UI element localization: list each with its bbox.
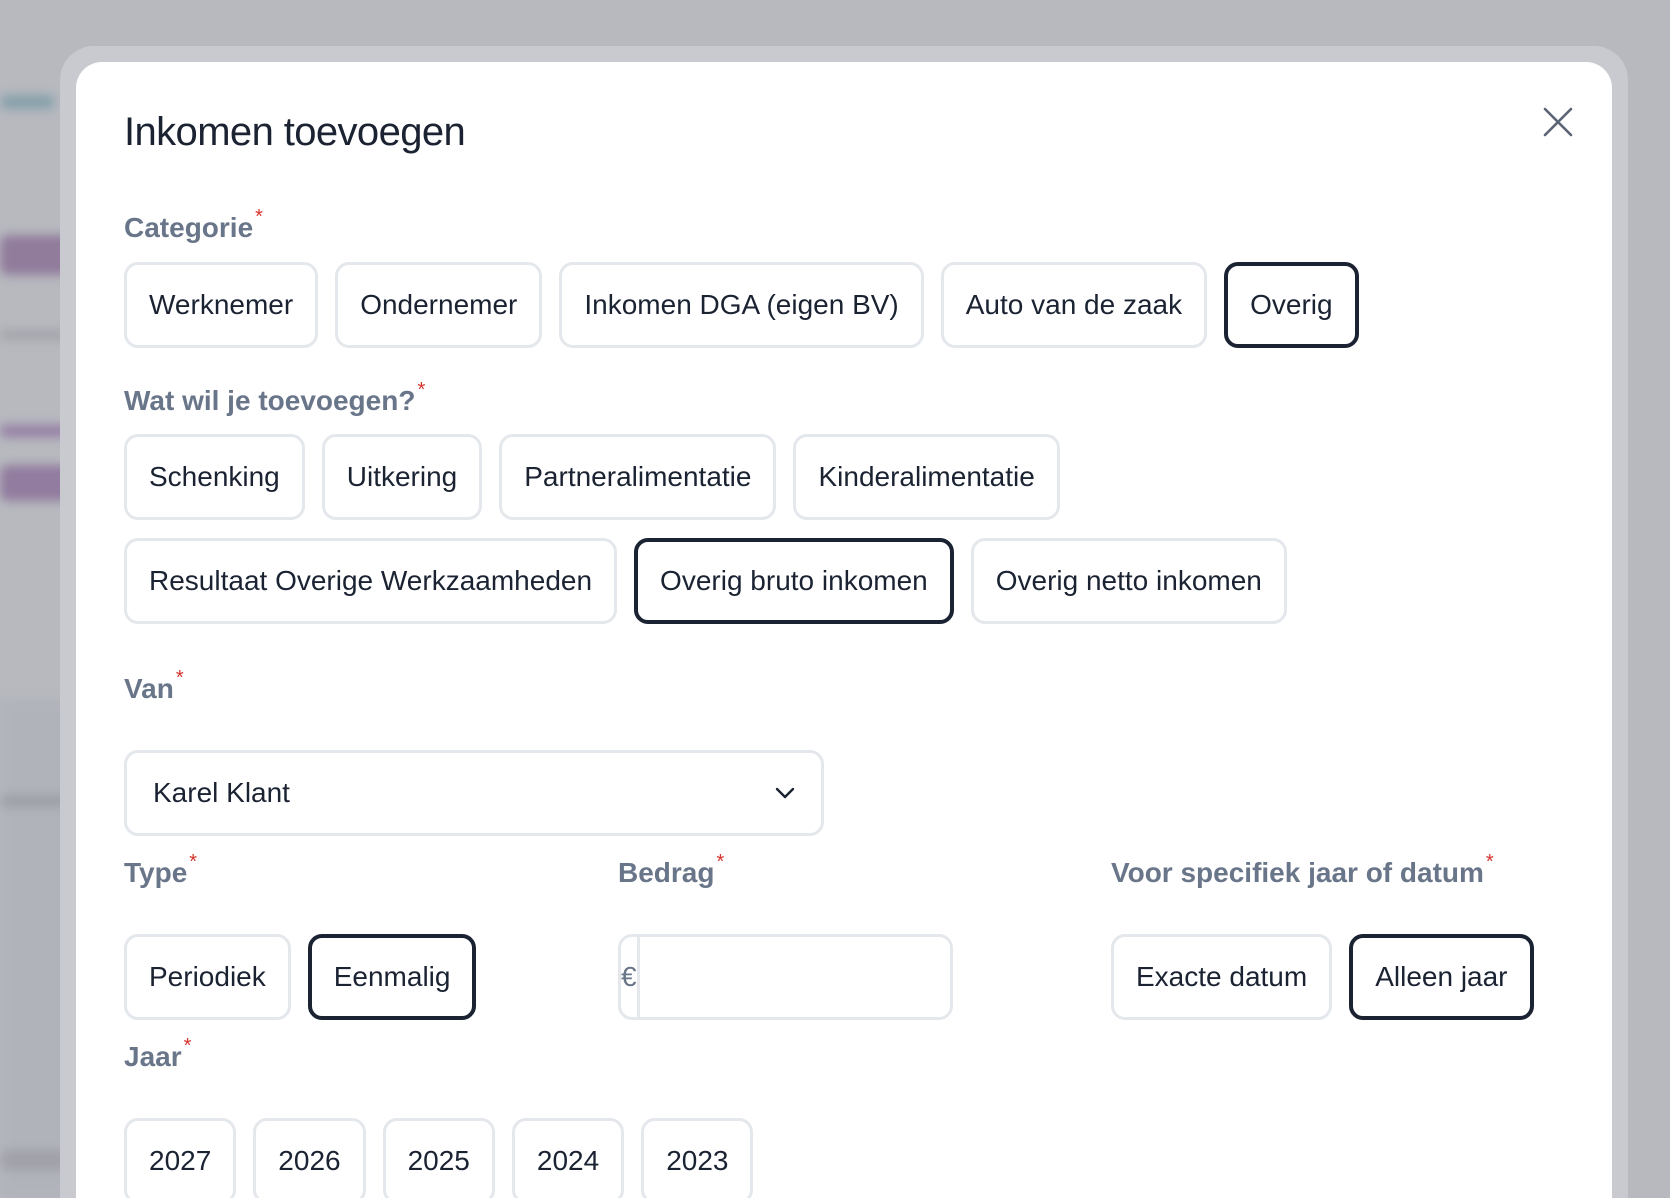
bedrag-label: Bedrag * bbox=[618, 851, 725, 888]
wat-options-row-2: Resultaat Overige Werkzaamheden Overig b… bbox=[124, 538, 1287, 624]
wat-option-kinderalimentatie[interactable]: Kinderalimentatie bbox=[793, 434, 1060, 520]
add-income-modal: Inkomen toevoegen Categorie * Werknemer O… bbox=[76, 62, 1612, 1198]
required-mark: * bbox=[1485, 851, 1494, 873]
close-icon bbox=[1543, 107, 1573, 137]
euro-prefix: € bbox=[621, 937, 640, 1017]
required-mark: * bbox=[716, 851, 725, 873]
specifiek-option-alleen-jaar[interactable]: Alleen jaar bbox=[1349, 934, 1534, 1020]
type-option-eenmalig[interactable]: Eenmalig bbox=[307, 934, 477, 1020]
close-button[interactable] bbox=[1536, 100, 1580, 144]
wat-option-resultaat-overige-werkzaamheden[interactable]: Resultaat Overige Werkzaamheden bbox=[124, 538, 618, 624]
categorie-option-ondernemer[interactable]: Ondernemer bbox=[335, 262, 543, 348]
van-select[interactable]: Karel Klant bbox=[124, 750, 824, 836]
specifiek-options: Exacte datum Alleen jaar bbox=[1111, 934, 1534, 1020]
required-mark: * bbox=[255, 206, 263, 228]
type-option-periodiek[interactable]: Periodiek bbox=[124, 934, 291, 1020]
categorie-options: Werknemer Ondernemer Inkomen DGA (eigen … bbox=[124, 262, 1359, 348]
type-label: Type * bbox=[124, 851, 198, 888]
required-mark: * bbox=[183, 1035, 192, 1057]
jaar-option-2027[interactable]: 2027 bbox=[124, 1118, 237, 1198]
required-mark: * bbox=[417, 379, 426, 401]
van-select-value: Karel Klant bbox=[153, 777, 290, 808]
jaar-option-2026[interactable]: 2026 bbox=[253, 1118, 366, 1198]
categorie-option-overig[interactable]: Overig bbox=[1224, 262, 1359, 348]
modal-title: Inkomen toevoegen bbox=[124, 110, 466, 154]
wat-option-partneralimentatie[interactable]: Partneralimentatie bbox=[499, 434, 777, 520]
wat-option-schenking[interactable]: Schenking bbox=[124, 434, 305, 520]
categorie-label: Categorie * bbox=[124, 206, 263, 243]
bedrag-field: € bbox=[618, 934, 953, 1020]
categorie-option-werknemer[interactable]: Werknemer bbox=[124, 262, 319, 348]
categorie-option-auto-van-de-zaak[interactable]: Auto van de zaak bbox=[940, 262, 1208, 348]
jaar-option-2024[interactable]: 2024 bbox=[511, 1118, 625, 1198]
wat-option-overig-bruto-inkomen[interactable]: Overig bruto inkomen bbox=[634, 538, 954, 624]
type-options: Periodiek Eenmalig bbox=[124, 934, 477, 1020]
wat-option-overig-netto-inkomen[interactable]: Overig netto inkomen bbox=[970, 538, 1287, 624]
specifiek-label: Voor specifiek jaar of datum * bbox=[1111, 851, 1494, 888]
chevron-down-icon bbox=[775, 787, 795, 799]
specifiek-option-exacte-datum[interactable]: Exacte datum bbox=[1111, 934, 1333, 1020]
jaar-label: Jaar * bbox=[124, 1035, 192, 1072]
jaar-option-2023[interactable]: 2023 bbox=[641, 1118, 754, 1198]
required-mark: * bbox=[189, 851, 198, 873]
wat-option-uitkering[interactable]: Uitkering bbox=[321, 434, 483, 520]
van-label: Van * bbox=[124, 667, 184, 704]
wat-options-row-1: Schenking Uitkering Partneralimentatie K… bbox=[124, 434, 1060, 520]
required-mark: * bbox=[175, 667, 184, 689]
categorie-option-inkomen-dga[interactable]: Inkomen DGA (eigen BV) bbox=[559, 262, 924, 348]
jaar-options: 2027 2026 2025 2024 2023 bbox=[124, 1118, 754, 1198]
jaar-option-2025[interactable]: 2025 bbox=[382, 1118, 495, 1198]
bedrag-input[interactable] bbox=[639, 937, 950, 1017]
wat-label: Wat wil je toevoegen? * bbox=[124, 379, 426, 416]
